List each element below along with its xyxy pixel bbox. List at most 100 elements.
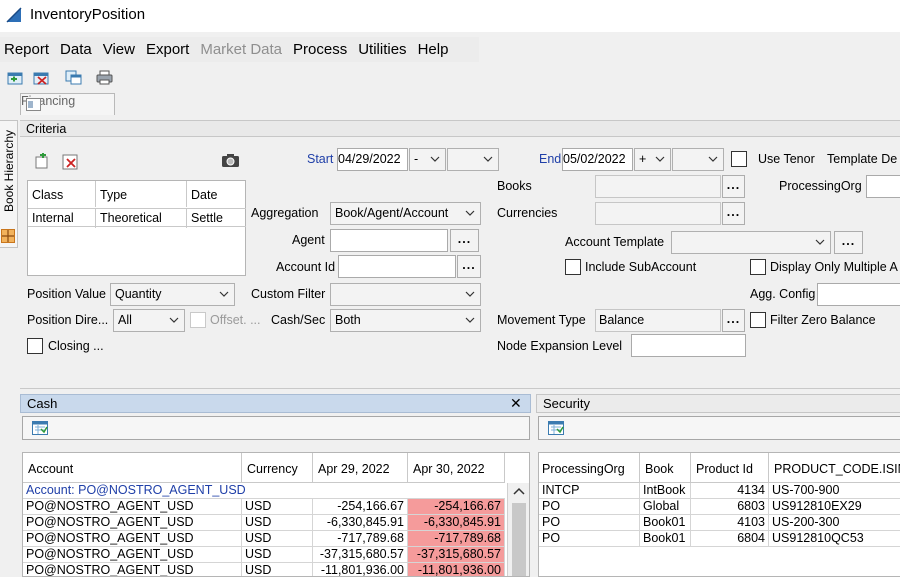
security-cell-processing-org: PO (539, 499, 640, 515)
include-subaccount-label: Include SubAccount (585, 260, 697, 274)
account-id-picker-button[interactable]: ... (457, 255, 481, 278)
agg-config-input[interactable] (817, 283, 900, 306)
currencies-input[interactable] (595, 202, 721, 225)
cash-sec-select[interactable]: Both (330, 309, 481, 332)
export-grid-icon[interactable] (548, 421, 564, 435)
table-row[interactable]: PO@NOSTRO_AGENT_USD USD -6,330,845.91 -6… (23, 515, 505, 531)
copy-icon[interactable] (65, 70, 82, 85)
add-row-icon[interactable] (34, 153, 50, 169)
movement-type-button[interactable]: ... (722, 309, 745, 332)
grid-header-class[interactable]: Class (28, 181, 96, 207)
security-cell-processing-org: INTCP (539, 483, 640, 499)
grid-row[interactable]: Internal Theoretical Settle (28, 208, 246, 228)
menu-report[interactable]: Report (0, 38, 55, 62)
table-row[interactable]: INTCP IntBook 4134 US-700-900 (539, 483, 900, 499)
table-row[interactable]: PO Book01 6804 US912810QC53 (539, 531, 900, 547)
table-row[interactable]: PO@NOSTRO_AGENT_USD USD -37,315,680.57 -… (23, 547, 505, 563)
use-tenor-checkbox[interactable] (731, 151, 747, 167)
include-subaccount-checkbox[interactable] (565, 259, 581, 275)
cash-cell-account: PO@NOSTRO_AGENT_USD (23, 515, 242, 531)
table-row[interactable]: PO Book01 4103 US-200-300 (539, 515, 900, 531)
cash-col-account[interactable]: Account (23, 453, 242, 483)
security-cell-isin: US-700-900 (769, 483, 900, 499)
books-input[interactable] (595, 175, 721, 198)
tab-financing[interactable]: Financing (20, 93, 115, 115)
hierarchy-icon[interactable] (1, 229, 15, 243)
book-hierarchy-sidebar[interactable]: Book Hierarchy (0, 120, 18, 248)
cash-vertical-scrollbar[interactable] (507, 483, 529, 576)
start-tenor-select[interactable] (447, 148, 499, 171)
position-direction-value: All (118, 313, 132, 327)
criteria-class-grid[interactable]: Class Type Date Internal Theoretical Set… (27, 180, 246, 276)
menu-process[interactable]: Process (289, 38, 353, 62)
table-row[interactable]: PO@NOSTRO_AGENT_USD USD -717,789.68 -717… (23, 531, 505, 547)
grid-header-date[interactable]: Date (187, 181, 246, 207)
menu-utilities[interactable]: Utilities (354, 38, 412, 62)
cash-group-row[interactable]: Account: PO@NOSTRO_AGENT_USD (23, 483, 505, 499)
menu-help[interactable]: Help (414, 38, 455, 62)
panel-splitter[interactable] (20, 388, 900, 392)
agent-picker-button[interactable]: ... (450, 229, 479, 252)
closing-checkbox[interactable] (27, 338, 43, 354)
grid-cell-date[interactable]: Settle (187, 209, 246, 228)
end-date-input[interactable]: 05/02/2022 (562, 148, 633, 171)
security-table[interactable]: ProcessingOrg Book Product Id PRODUCT_CO… (538, 452, 900, 577)
chevron-up-icon[interactable] (513, 487, 525, 496)
agent-input[interactable] (330, 229, 448, 252)
account-template-select[interactable] (671, 231, 831, 254)
display-only-multiple-checkbox[interactable] (750, 259, 766, 275)
processing-org-input[interactable] (866, 175, 900, 198)
menu-export[interactable]: Export (142, 38, 195, 62)
end-date-value: 05/02/2022 (563, 152, 626, 166)
security-col-product-id[interactable]: Product Id (691, 453, 769, 483)
security-col-processing-org[interactable]: ProcessingOrg (539, 453, 640, 483)
chevron-down-icon (815, 239, 825, 245)
cash-table[interactable]: Account Currency Apr 29, 2022 Apr 30, 20… (22, 452, 530, 577)
cash-cell-apr29: -37,315,680.57 (313, 547, 408, 563)
security-cell-isin: US912810EX29 (769, 499, 900, 515)
cash-toolbar (22, 416, 530, 440)
node-expansion-input[interactable] (631, 334, 746, 357)
start-date-input[interactable]: 04/29/2022 (337, 148, 408, 171)
table-row[interactable]: PO@NOSTRO_AGENT_USD USD -254,166.67 -254… (23, 499, 505, 515)
export-grid-icon[interactable] (32, 421, 48, 435)
cash-col-apr29[interactable]: Apr 29, 2022 (313, 453, 408, 483)
account-template-button[interactable]: ... (834, 231, 863, 254)
close-icon[interactable]: ✕ (510, 395, 522, 412)
cash-sec-value: Both (335, 313, 361, 327)
end-tenor-select[interactable] (672, 148, 724, 171)
filter-zero-balance-checkbox[interactable] (750, 312, 766, 328)
delete-report-icon[interactable] (33, 70, 50, 85)
books-picker-button[interactable]: ... (722, 175, 745, 198)
remove-row-icon[interactable] (62, 153, 80, 170)
cash-col-currency[interactable]: Currency (242, 453, 313, 483)
custom-filter-label: Custom Filter (251, 287, 326, 301)
print-icon[interactable] (96, 70, 113, 85)
end-offset-select[interactable]: + (634, 148, 671, 171)
grid-header-type[interactable]: Type (96, 181, 187, 207)
cash-cell-currency: USD (242, 515, 313, 531)
position-direction-select[interactable]: All (113, 309, 185, 332)
end-label: End (539, 152, 562, 166)
grid-cell-class[interactable]: Internal (28, 209, 96, 228)
security-col-isin[interactable]: PRODUCT_CODE.ISIN (769, 453, 900, 483)
movement-type-input[interactable]: Balance (595, 309, 721, 332)
position-value-select[interactable]: Quantity (110, 283, 235, 306)
menu-view[interactable]: View (99, 38, 141, 62)
cash-col-apr30[interactable]: Apr 30, 2022 (408, 453, 505, 483)
table-row[interactable]: PO@NOSTRO_AGENT_USD USD -11,801,936.00 -… (23, 563, 505, 576)
security-col-book[interactable]: Book (640, 453, 691, 483)
report-tab-icon (26, 98, 41, 111)
movement-type-label: Movement Type (497, 313, 586, 327)
new-report-icon[interactable] (7, 70, 24, 85)
custom-filter-select[interactable] (330, 283, 481, 306)
camera-icon[interactable] (221, 153, 240, 168)
table-row[interactable]: PO Global 6803 US912810EX29 (539, 499, 900, 515)
aggregation-select[interactable]: Book/Agent/Account (330, 202, 481, 225)
cash-scroll-thumb[interactable] (512, 503, 526, 576)
start-offset-select[interactable]: - (409, 148, 446, 171)
grid-cell-type[interactable]: Theoretical (96, 209, 187, 228)
currencies-picker-button[interactable]: ... (722, 202, 745, 225)
account-id-input[interactable] (338, 255, 456, 278)
menu-data[interactable]: Data (56, 38, 98, 62)
